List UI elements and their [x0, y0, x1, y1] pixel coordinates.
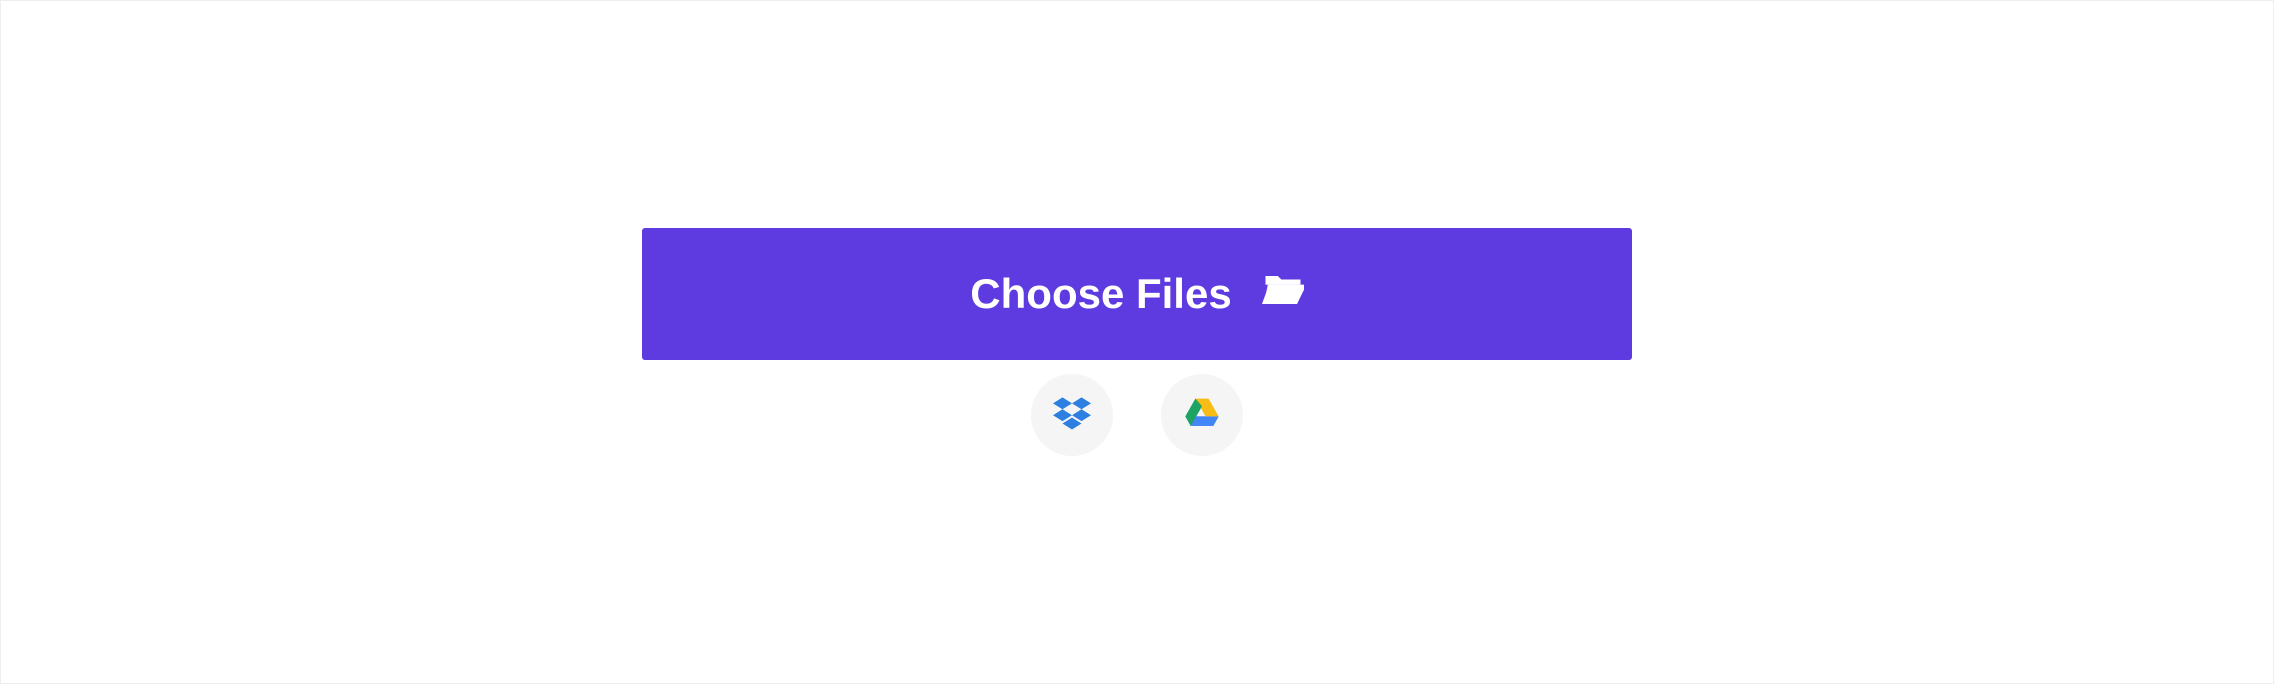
- dropbox-icon: [1053, 395, 1091, 436]
- file-upload-area: Choose Files: [642, 228, 1632, 456]
- google-drive-icon: [1183, 395, 1221, 436]
- cloud-source-buttons: [1031, 374, 1243, 456]
- choose-files-label: Choose Files: [970, 270, 1231, 318]
- google-drive-button[interactable]: [1161, 374, 1243, 456]
- choose-files-button[interactable]: Choose Files: [642, 228, 1632, 360]
- dropbox-button[interactable]: [1031, 374, 1113, 456]
- folder-open-icon: [1262, 270, 1304, 318]
